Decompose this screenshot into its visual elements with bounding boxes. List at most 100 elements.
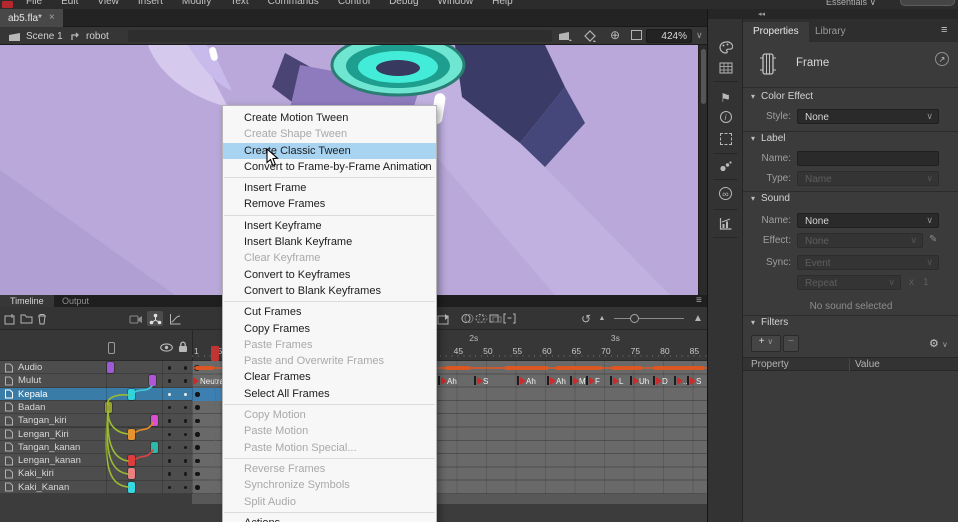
menu-item-remove-frames[interactable]: Remove Frames (223, 196, 436, 212)
menubar-text[interactable]: Text (230, 0, 248, 7)
stage-vertical-scrollbar[interactable] (698, 45, 707, 295)
menu-item-convert-to-keyframes[interactable]: Convert to Keyframes (223, 267, 436, 283)
layer-lock-dot[interactable] (184, 433, 188, 437)
eye-column-icon[interactable] (160, 343, 173, 352)
menubar-insert[interactable]: Insert (138, 0, 163, 7)
lock-column-icon[interactable] (178, 341, 188, 353)
menubar-modify[interactable]: Modify (182, 0, 211, 7)
share-arrow-icon[interactable]: ↗ (935, 52, 949, 66)
zoom-chevron-icon[interactable]: ∨ (696, 30, 703, 41)
tab-properties[interactable]: Properties (743, 22, 809, 42)
parenting-marker[interactable] (151, 442, 158, 453)
parenting-marker[interactable] (128, 482, 135, 493)
layer-visibility-dot[interactable] (168, 459, 172, 463)
clip-bounds-icon[interactable] (631, 30, 642, 43)
search-input[interactable] (900, 0, 955, 6)
layer-row-tangan-kanan[interactable]: Tangan_kanan (0, 441, 192, 454)
section-label[interactable]: ▾Label (751, 133, 785, 147)
layer-visibility-dot[interactable] (168, 419, 172, 423)
parenting-marker[interactable] (128, 468, 135, 479)
collapse-panels-icon[interactable]: ◂◂ (758, 10, 765, 18)
zoom-level-input[interactable]: 424% (646, 29, 692, 43)
center-frame-icon[interactable]: ⊕ (610, 28, 620, 42)
layer-row-audio[interactable]: Audio (0, 361, 192, 374)
menu-item-cut-frames[interactable]: Cut Frames (223, 304, 436, 320)
sound-name-select[interactable]: None ∨ (797, 213, 939, 228)
transform-panel-icon[interactable] (708, 133, 743, 148)
tab-library[interactable]: Library (805, 22, 856, 42)
menubar-window[interactable]: Window (438, 0, 474, 7)
workspace-switcher[interactable]: Essentials ∨ (826, 0, 876, 8)
layer-visibility-dot[interactable] (168, 393, 172, 397)
parenting-marker[interactable] (128, 455, 135, 466)
tab-timeline[interactable]: Timeline (0, 295, 54, 307)
close-tab-icon[interactable]: × (49, 13, 55, 23)
document-tab[interactable]: ab5.fla* × (0, 9, 63, 27)
remove-filter-button[interactable]: − (783, 335, 799, 352)
label-name-input[interactable] (797, 151, 939, 166)
edit-symbols-icon[interactable] (584, 30, 597, 42)
section-color-effect[interactable]: ▾Color Effect (751, 91, 813, 105)
menu-item-convert-to-blank-keyframes[interactable]: Convert to Blank Keyframes (223, 283, 436, 299)
markers-panel-icon[interactable]: ⚑ (708, 91, 743, 105)
parenting-marker[interactable] (151, 415, 158, 426)
layer-lock-dot[interactable] (184, 472, 188, 476)
layer-row-kepala[interactable]: Kepala (0, 388, 192, 401)
layer-row-badan[interactable]: Badan (0, 401, 192, 414)
layer-row-kaki-kiri[interactable]: Kaki_kiri (0, 467, 192, 480)
timeline-zoom-in-icon[interactable]: ▲ (690, 311, 706, 326)
new-layer-icon[interactable] (2, 311, 18, 326)
delete-layer-icon[interactable] (34, 311, 50, 326)
playhead-line[interactable] (215, 361, 217, 494)
menu-item-create-classic-tween[interactable]: Create Classic Tween (223, 143, 436, 159)
swatches-panel-icon[interactable] (708, 62, 743, 74)
timeline-zoom-slider-handle[interactable] (630, 314, 639, 323)
filter-options-gear-icon[interactable]: ⚙ ∨ (929, 337, 948, 350)
parenting-marker[interactable] (128, 389, 135, 400)
camera-icon[interactable] (128, 311, 144, 326)
layer-visibility-dot[interactable] (168, 433, 172, 437)
menubar-edit[interactable]: Edit (61, 0, 78, 7)
menu-item-clear-frames[interactable]: Clear Frames (223, 369, 436, 385)
layer-lock-dot[interactable] (184, 459, 188, 463)
menubar-view[interactable]: View (97, 0, 119, 7)
menu-item-copy-frames[interactable]: Copy Frames (223, 321, 436, 337)
menubar-control[interactable]: Control (338, 0, 370, 7)
parenting-marker[interactable] (128, 429, 135, 440)
clip-icon[interactable] (558, 30, 572, 41)
stats-panel-icon[interactable] (708, 217, 743, 230)
menubar-file[interactable]: File (26, 0, 42, 7)
panel-menu-icon[interactable]: ≡ (941, 24, 947, 36)
color-panel-icon[interactable] (708, 41, 743, 54)
loop-icon[interactable]: ↺ (578, 311, 594, 326)
pencil-icon[interactable]: ✎ (929, 234, 937, 245)
layer-row-tangan-kiri[interactable]: Tangan_kiri (0, 414, 192, 427)
layer-row-kaki-kanan[interactable]: Kaki_Kanan (0, 481, 192, 494)
scene-breadcrumb[interactable]: Scene 1 (8, 27, 63, 45)
tab-output[interactable]: Output (52, 295, 99, 307)
menu-item-convert-to-frame-by-frame-animation[interactable]: Convert to Frame-by-Frame Animation› (223, 159, 436, 175)
layer-lock-dot[interactable] (184, 393, 188, 397)
menubar-commands[interactable]: Commands (268, 0, 319, 7)
symbol-breadcrumb[interactable]: robot (70, 27, 109, 45)
menu-item-select-all-frames[interactable]: Select All Frames (223, 386, 436, 402)
animate-logo-icon[interactable] (2, 1, 13, 8)
parenting-marker[interactable] (107, 362, 114, 373)
menu-item-create-motion-tween[interactable]: Create Motion Tween (223, 110, 436, 126)
layer-row-mulut[interactable]: Mulut (0, 374, 192, 387)
show-parenting-view-icon[interactable] (147, 311, 163, 326)
menubar-help[interactable]: Help (492, 0, 513, 7)
graph-editor-icon[interactable] (167, 311, 183, 326)
playhead-marker[interactable] (211, 346, 219, 361)
style-select[interactable]: None ∨ (797, 109, 939, 124)
layer-lock-dot[interactable] (184, 379, 188, 383)
layer-visibility-dot[interactable] (168, 379, 172, 383)
info-panel-icon[interactable]: i (708, 111, 743, 123)
menu-item-insert-frame[interactable]: Insert Frame (223, 180, 436, 196)
modify-onion-markers-icon[interactable] (501, 311, 517, 326)
new-folder-icon[interactable] (18, 311, 34, 326)
brush-particles-panel-icon[interactable] (708, 160, 743, 172)
menu-item-insert-keyframe[interactable]: Insert Keyframe (223, 218, 436, 234)
section-filters[interactable]: ▾Filters (751, 317, 788, 331)
menu-item-insert-blank-keyframe[interactable]: Insert Blank Keyframe (223, 234, 436, 250)
